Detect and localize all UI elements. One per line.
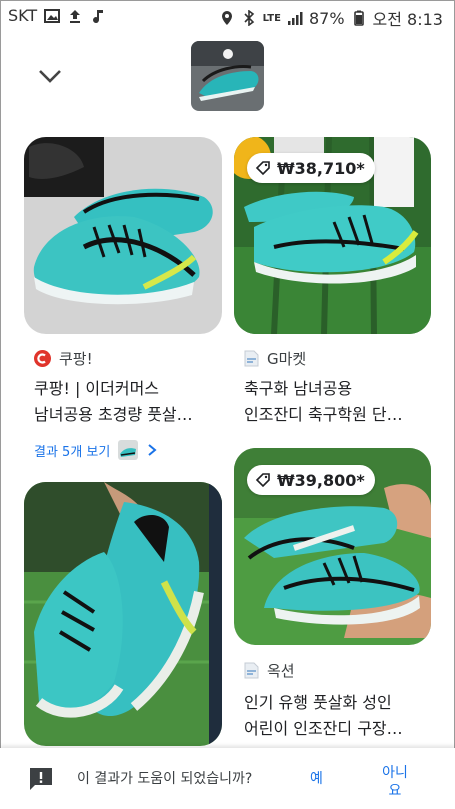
more-results-link[interactable]: 결과 5개 보기: [34, 440, 158, 460]
coupang-logo-icon: [34, 350, 51, 367]
result-source[interactable]: 옥션: [244, 660, 295, 681]
title-line: 쿠팡! | 이더커머스: [34, 379, 160, 398]
title-line: 인조잔디 축구학원 단…: [244, 405, 403, 424]
shoe-photo: [24, 137, 222, 334]
image-icon: [44, 8, 61, 23]
feedback-yes-button[interactable]: 예: [310, 768, 323, 788]
price-tag-icon: [255, 161, 270, 176]
price-badge: ₩38,710*: [247, 153, 375, 183]
battery-percent: 87%: [308, 8, 345, 28]
query-image-thumbnail[interactable]: [191, 41, 264, 111]
location-icon: [221, 11, 232, 25]
feedback-no-button[interactable]: 아니 요: [378, 764, 412, 800]
feedback-icon: [30, 768, 52, 790]
result-image[interactable]: [24, 482, 222, 746]
price-badge: ₩39,800*: [247, 465, 375, 495]
no-label-line: 요: [388, 783, 402, 799]
battery-icon: [353, 10, 364, 26]
network-type: LTE: [262, 12, 281, 24]
result-source[interactable]: G마켓: [244, 348, 306, 369]
upload-icon: [70, 9, 81, 23]
price-text: ₩38,710*: [277, 158, 365, 178]
title-line: 축구화 남녀공용: [244, 379, 353, 398]
result-image[interactable]: [24, 137, 222, 334]
title-line: 남녀공용 초경량 풋살…: [34, 405, 193, 424]
no-label-line: 아니: [382, 765, 408, 781]
collapse-chevron-icon[interactable]: [36, 64, 64, 88]
source-name: 쿠팡!: [59, 350, 93, 368]
carrier-label: SKT: [8, 6, 38, 25]
clock: 오전 8:13: [372, 10, 443, 29]
title-line: 인기 유행 풋살화 성인: [244, 693, 392, 712]
result-title[interactable]: 쿠팡! | 이더커머스 남녀공용 초경량 풋살…: [34, 376, 234, 428]
auction-favicon-icon: [244, 662, 259, 679]
feedback-question: 이 결과가 도움이 되었습니까?: [77, 771, 253, 787]
signal-icon: [287, 12, 303, 25]
price-text: ₩39,800*: [277, 470, 365, 490]
result-title[interactable]: 인기 유행 풋살화 성인 어린이 인조잔디 구장…: [244, 690, 444, 742]
mini-thumbnail-icon: [118, 440, 139, 460]
shoe-photo: [24, 482, 222, 746]
more-results-label: 결과 5개 보기: [34, 444, 111, 460]
gmarket-favicon-icon: [244, 350, 259, 367]
result-title[interactable]: 축구화 남녀공용 인조잔디 축구학원 단…: [244, 376, 444, 428]
query-shoe-image: [191, 41, 264, 111]
bluetooth-icon: [244, 10, 254, 26]
title-line: 어린이 인조잔디 구장…: [244, 719, 403, 738]
source-name: G마켓: [267, 350, 307, 368]
status-bar: SKT LTE 87% 오전 8:13: [0, 0, 455, 34]
feedback-bar: 이 결과가 도움이 되었습니까? 예 아니 요: [0, 748, 455, 809]
chevron-right-icon: [148, 444, 157, 456]
music-note-icon: [93, 9, 104, 23]
source-name: 옥션: [267, 662, 295, 680]
result-source[interactable]: 쿠팡!: [34, 348, 93, 369]
price-tag-icon: [255, 473, 270, 488]
